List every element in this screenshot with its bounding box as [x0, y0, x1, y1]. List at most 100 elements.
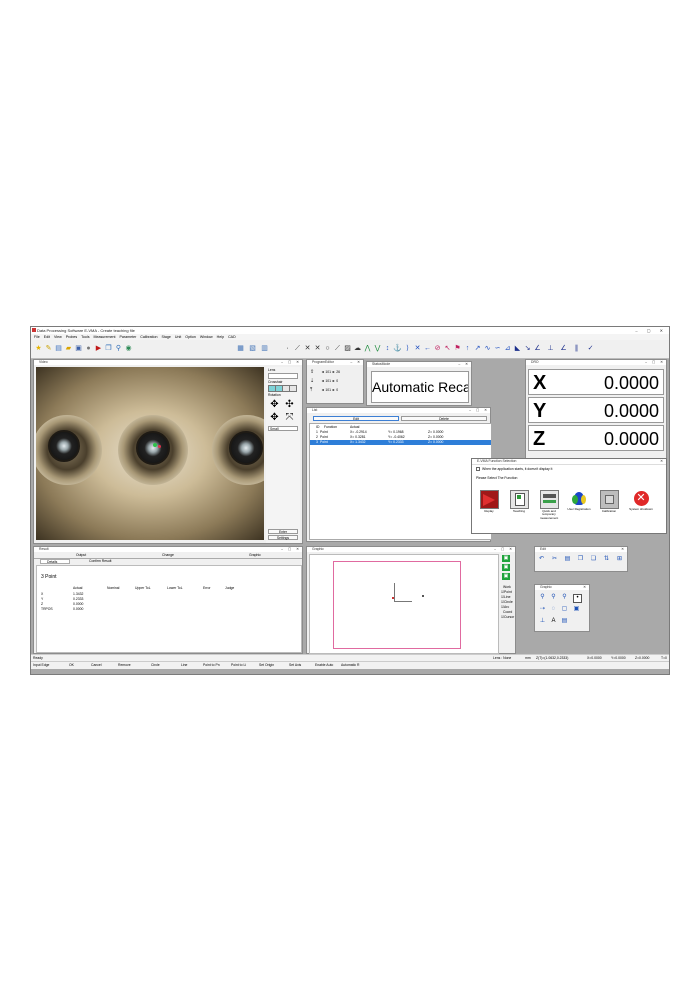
- program-next-icon[interactable]: ►: [332, 379, 335, 383]
- fkey-automatic-r[interactable]: Automatic R: [341, 662, 359, 669]
- paste-icon[interactable]: ▤: [564, 556, 571, 563]
- arrow-tool-icon[interactable]: ←: [423, 344, 432, 353]
- zoom-in-icon[interactable]: ⚲: [539, 594, 546, 601]
- menu-parameter[interactable]: Parameter: [120, 335, 137, 339]
- fkey-remove[interactable]: Remove: [118, 662, 131, 669]
- graphic-tools-close-icon[interactable]: ✕: [583, 585, 588, 590]
- menu-help[interactable]: Help: [217, 335, 224, 339]
- copy-icon[interactable]: ❐: [104, 344, 113, 353]
- flag-tool-icon[interactable]: ⚑: [453, 344, 462, 353]
- slash-tool-icon[interactable]: ⟋: [333, 344, 342, 353]
- menu-view[interactable]: View: [54, 335, 62, 339]
- fkey-line[interactable]: Line: [181, 662, 187, 669]
- point-point-icon[interactable]: ✕: [313, 344, 322, 353]
- copy-icon[interactable]: ❐: [577, 556, 584, 563]
- undo-icon[interactable]: ↶: [538, 556, 545, 563]
- parallel-icon[interactable]: ∥: [572, 344, 581, 353]
- function-teaching[interactable]: Teaching: [506, 490, 532, 513]
- graphic-filter-line[interactable]: ☑Line: [501, 595, 510, 599]
- open-folder-icon[interactable]: ▰: [64, 344, 73, 353]
- camera-icon[interactable]: ◉: [124, 344, 133, 353]
- wedge-tool-icon[interactable]: ∠: [533, 344, 542, 353]
- video-window-controls[interactable]: – ▢ ✕: [281, 360, 301, 365]
- program-step-icon[interactable]: ⇪: [310, 369, 314, 375]
- rotate-ccw-icon[interactable]: ✥: [269, 399, 280, 410]
- resize-tool-icon[interactable]: ↘: [523, 344, 532, 353]
- edit-tools-close-icon[interactable]: ✕: [621, 547, 626, 552]
- flip-icon[interactable]: ✥: [269, 412, 280, 423]
- new-file-icon[interactable]: ▤: [54, 344, 63, 353]
- graphic-point[interactable]: [392, 597, 394, 599]
- menu-calibration[interactable]: Calibration: [140, 335, 157, 339]
- graphic-point[interactable]: [422, 595, 424, 597]
- program-row-2[interactable]: ◄ 101 ► 0: [321, 379, 338, 383]
- line-tool-icon[interactable]: ⟋: [293, 344, 302, 353]
- list-controls[interactable]: – ▢ ✕: [469, 408, 489, 413]
- window-cascade-icon[interactable]: ▧: [248, 344, 257, 353]
- function-dialog-close-icon[interactable]: ✕: [660, 459, 665, 464]
- menu-window[interactable]: Window: [200, 335, 213, 339]
- bisect-tool-icon[interactable]: ⟩: [403, 344, 412, 353]
- fill-tool-icon[interactable]: ◣: [513, 344, 522, 353]
- camera-view[interactable]: [36, 367, 264, 540]
- window-arrange-icon[interactable]: ▥: [260, 344, 269, 353]
- angle-tool-icon[interactable]: ⋀: [363, 344, 372, 353]
- angle2-tool-icon[interactable]: ⋁: [373, 344, 382, 353]
- fkey-input-edge[interactable]: Input Edge: [33, 662, 49, 669]
- text-icon[interactable]: A: [550, 618, 557, 625]
- result-controls[interactable]: – ▢ ✕: [281, 547, 301, 552]
- graphic-fit-icon[interactable]: ▣: [502, 555, 510, 562]
- cross-tool-icon[interactable]: ✕: [413, 344, 422, 353]
- graphic-controls[interactable]: – ▢ ✕: [494, 547, 514, 552]
- select-icon[interactable]: •: [573, 594, 582, 603]
- rotate-cw-icon[interactable]: ✣: [284, 399, 295, 410]
- fkey-enable-auto[interactable]: Enable Auto: [315, 662, 333, 669]
- tab-change[interactable]: Change: [162, 553, 174, 557]
- play-icon[interactable]: ▶: [94, 344, 103, 353]
- program-editor-controls[interactable]: – ✕: [350, 360, 362, 365]
- function-system-shutdown[interactable]: ✕ System shutdown: [628, 490, 654, 511]
- zoom-window-icon[interactable]: ⚲: [561, 594, 568, 601]
- function-replay[interactable]: Replay: [476, 490, 502, 513]
- graphic-zoom-in-icon[interactable]: ▣: [502, 564, 510, 571]
- program-step-icon-2[interactable]: ⇣: [310, 378, 314, 384]
- fit-box-icon[interactable]: ▢: [561, 606, 568, 613]
- function-quick-measure[interactable]: Quick and temporary measurement: [536, 490, 562, 520]
- save-icon[interactable]: ▣: [74, 344, 83, 353]
- duplicate-icon[interactable]: ❏: [590, 556, 597, 563]
- menu-option[interactable]: Option: [185, 335, 196, 339]
- subtab-confirm-result[interactable]: Confirm Result: [89, 559, 111, 563]
- list-edit-button[interactable]: Edit: [313, 416, 399, 421]
- lens-select[interactable]: [268, 373, 298, 379]
- zoom-out-icon[interactable]: ⚲: [550, 594, 557, 601]
- menu-file[interactable]: File: [34, 335, 40, 339]
- enter-button[interactable]: Enter: [268, 529, 298, 534]
- graphic-filter-cursor[interactable]: ☑Cursor: [501, 615, 514, 619]
- fkey-ok[interactable]: OK: [69, 662, 74, 669]
- menu-cad[interactable]: CAD: [228, 335, 236, 339]
- program-prev-icon[interactable]: ◄: [321, 379, 324, 383]
- graphic-filter-point[interactable]: ☑Point: [501, 590, 512, 594]
- function-user-registration[interactable]: User Registration: [566, 490, 592, 511]
- fkey-point-to-li[interactable]: Point to Li: [231, 662, 246, 669]
- fkey-cancel[interactable]: Cancel: [91, 662, 102, 669]
- curve-tool-icon[interactable]: ∿: [483, 344, 492, 353]
- sort-icon[interactable]: ⇅: [603, 556, 610, 563]
- fit-circle-icon[interactable]: ◌: [550, 606, 557, 613]
- menu-edit[interactable]: Edit: [44, 335, 50, 339]
- settings-button[interactable]: Settings: [268, 535, 298, 540]
- program-prev-icon[interactable]: ◄: [321, 370, 324, 374]
- record-icon[interactable]: ●: [84, 344, 93, 353]
- window-controls[interactable]: – ▢ ✕: [635, 327, 667, 334]
- program-row-1[interactable]: ◄ 101 ► 26: [321, 370, 340, 374]
- window-tile-icon[interactable]: ▦: [236, 344, 245, 353]
- label-icon[interactable]: ▤: [561, 618, 568, 625]
- renumber-icon[interactable]: ⊞: [616, 556, 623, 563]
- pencil-icon[interactable]: ✎: [44, 344, 53, 353]
- check-icon[interactable]: ✓: [586, 344, 595, 353]
- fit-all-icon[interactable]: ▣: [573, 606, 580, 613]
- ruler-tool-icon[interactable]: ⊿: [503, 344, 512, 353]
- graphic-zoom-out-icon[interactable]: ▣: [502, 573, 510, 580]
- dimension-icon[interactable]: ⊥: [539, 618, 546, 625]
- fkey-point-to-pn[interactable]: Point to Pn: [203, 662, 220, 669]
